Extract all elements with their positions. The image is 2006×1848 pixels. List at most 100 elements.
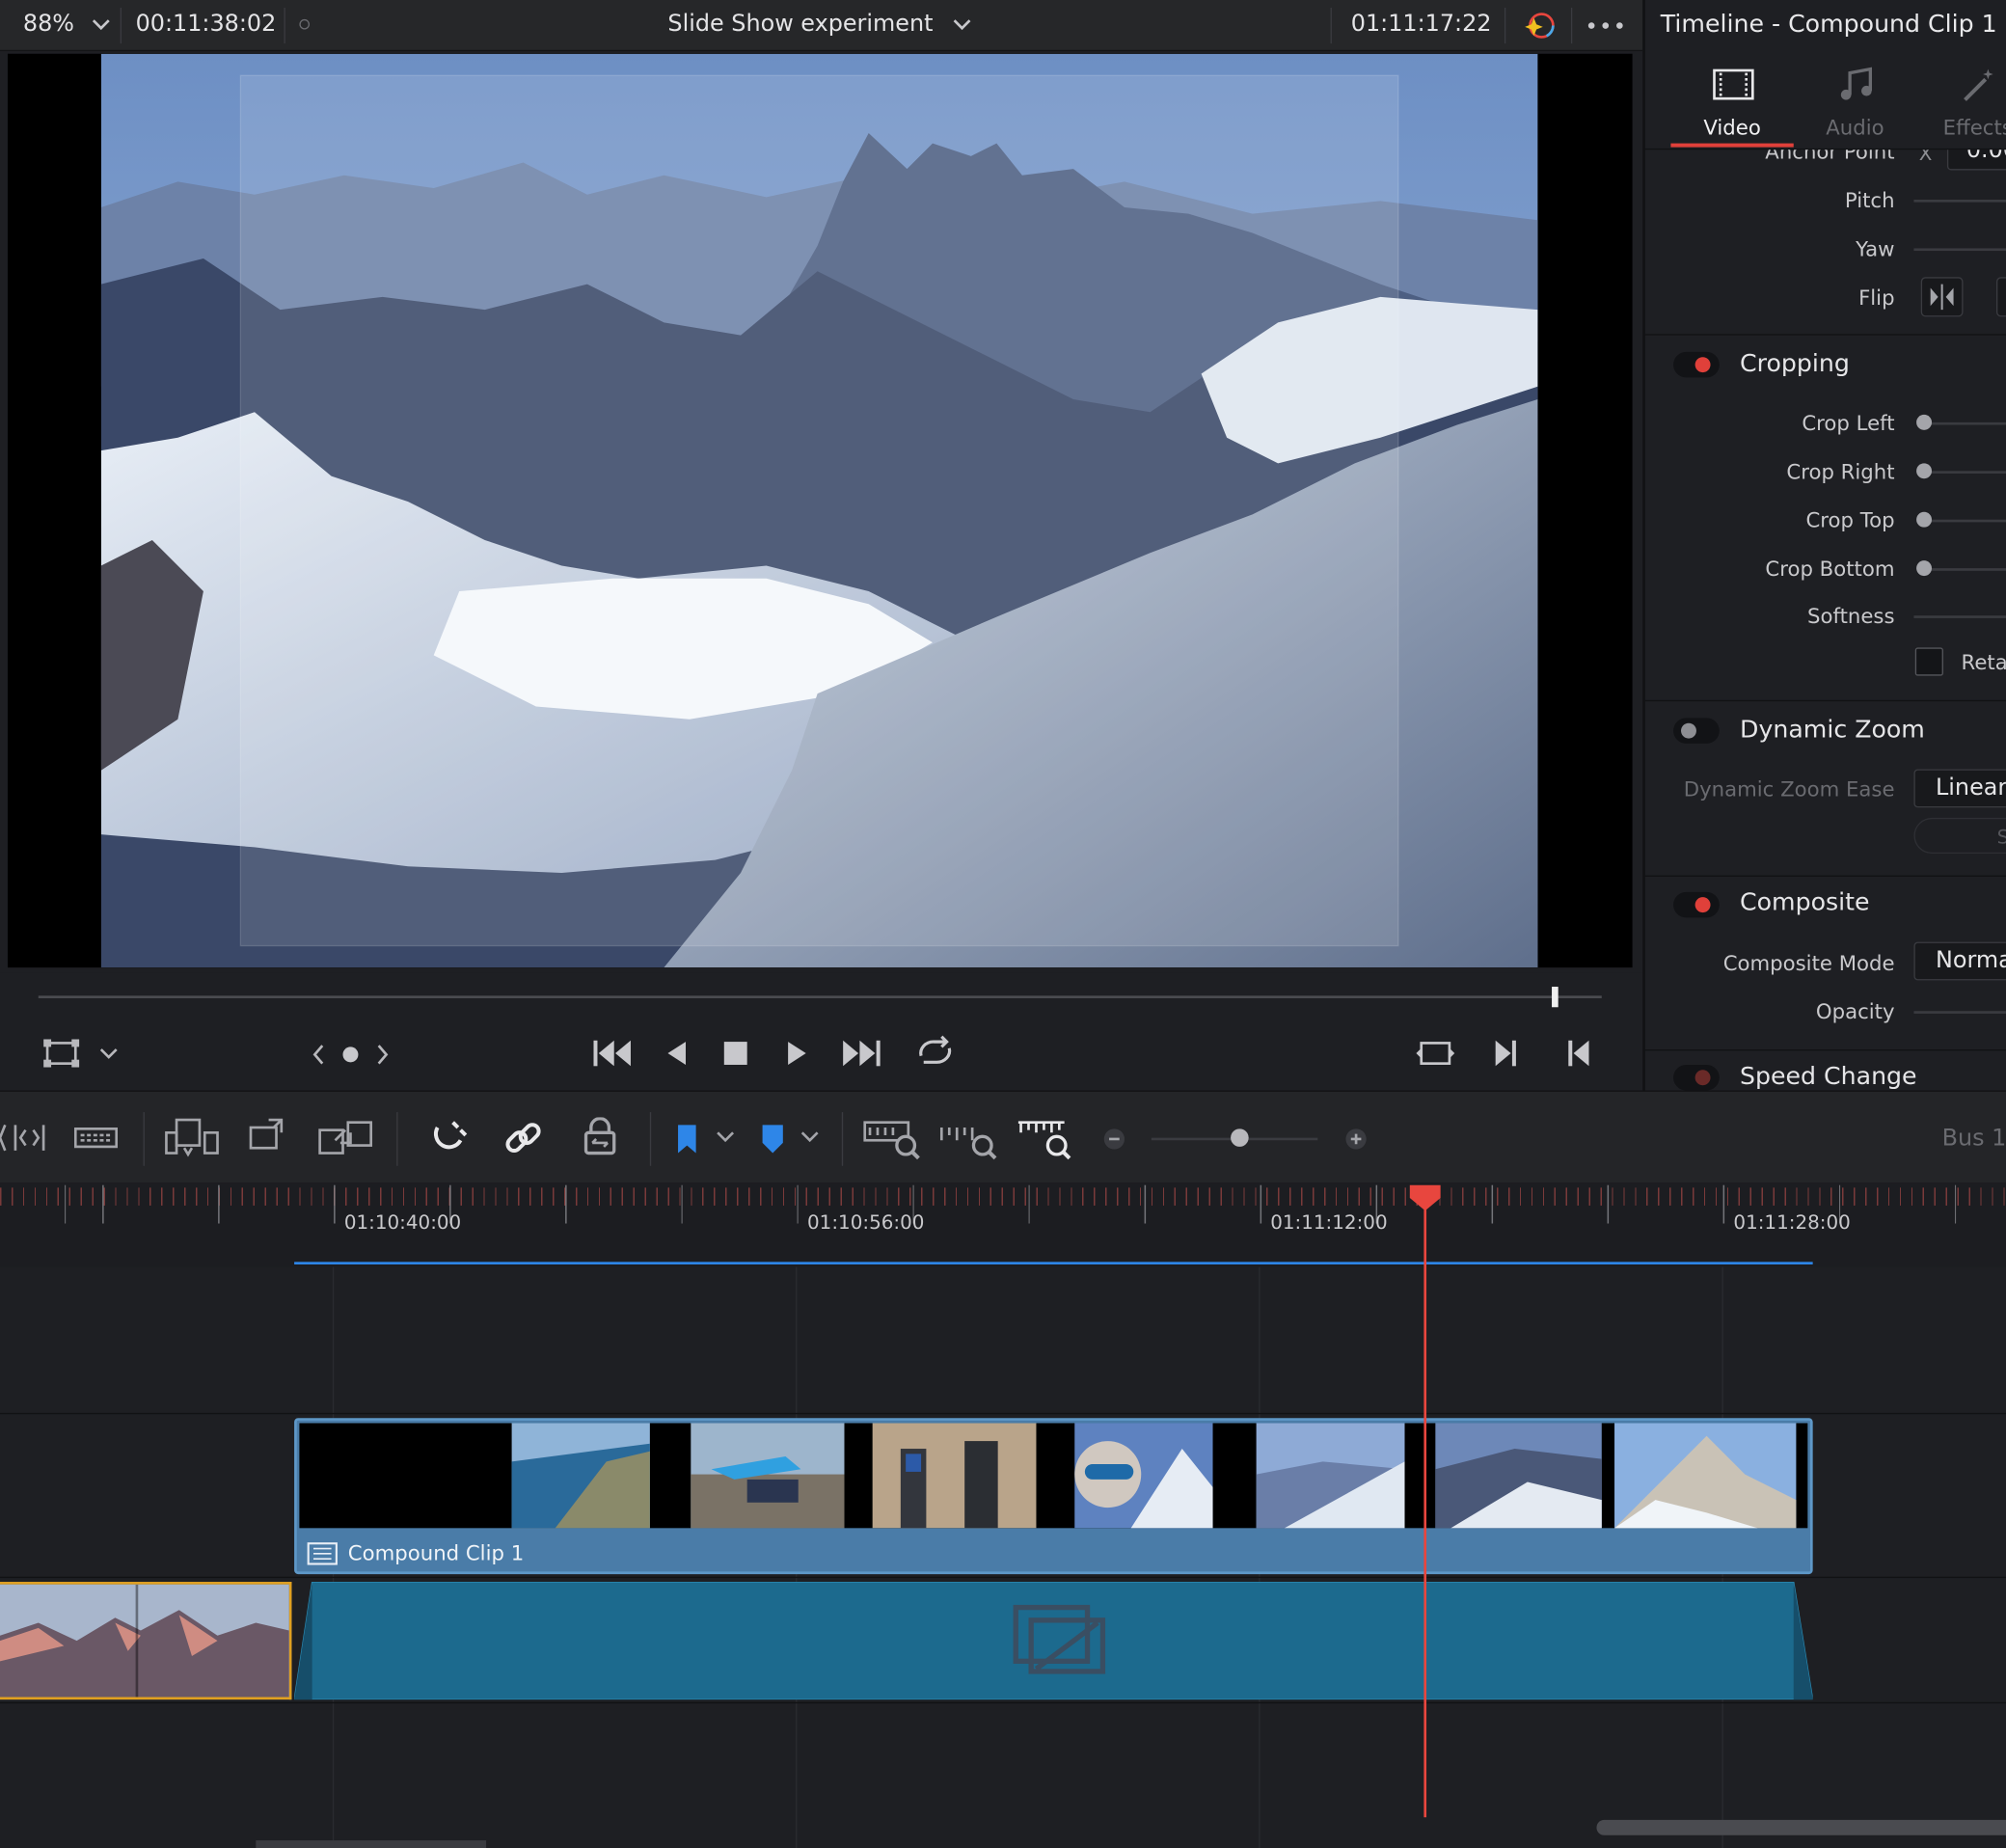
speed-change-section-title[interactable]: Speed Change	[1740, 1062, 1917, 1090]
mark-out-next-icon[interactable]	[1492, 1037, 1523, 1070]
chevron-down-icon[interactable]	[99, 1046, 118, 1059]
composite-mode-select[interactable]: Normal	[1913, 941, 2006, 981]
chevron-down-icon[interactable]	[800, 1130, 819, 1143]
tab-video-label: Video	[1703, 115, 1761, 140]
playhead-handle[interactable]	[1407, 1182, 1443, 1213]
yaw-slider[interactable]	[1913, 248, 2006, 252]
crop-right-knob[interactable]	[1916, 463, 1933, 479]
flip-vertical-icon[interactable]	[1995, 277, 2006, 317]
crop-bottom-label: Crop Bottom	[1765, 557, 1895, 582]
dynamic-zoom-ease-label: Dynamic Zoom Ease	[1683, 776, 1895, 802]
viewer-image[interactable]	[100, 53, 1538, 968]
crop-left-slider[interactable]	[1921, 421, 2006, 425]
viewer-header: 88% 00:11:38:02 Slide Show experiment 01…	[0, 0, 1643, 52]
linked-selection-icon[interactable]	[504, 1120, 543, 1158]
cropping-toggle[interactable]	[1673, 351, 1720, 378]
transport-controls	[0, 972, 1643, 1091]
dynamic-zoom-ease-select[interactable]: Linear	[1913, 769, 2006, 808]
match-frame-icon[interactable]	[1415, 1037, 1455, 1070]
insert-clip-icon[interactable]	[164, 1117, 223, 1157]
scrubber-handle[interactable]	[1552, 987, 1559, 1008]
crop-left-knob[interactable]	[1916, 414, 1933, 430]
retain-label: Retain	[1961, 650, 2006, 675]
inspector-title: Timeline - Compound Clip 1	[1660, 10, 1997, 39]
record-timecode[interactable]: 01:11:17:22	[1351, 11, 1492, 38]
crop-right-label: Crop Right	[1786, 459, 1895, 484]
go-to-first-frame-icon[interactable]	[591, 1037, 635, 1070]
clip-filmstrip	[299, 1423, 1808, 1529]
edit-toolbar: Bus 1	[0, 1090, 2006, 1183]
opacity-slider[interactable]	[1913, 1011, 2006, 1014]
flip-label: Flip	[1858, 285, 1895, 311]
chevron-down-icon[interactable]	[953, 18, 971, 31]
source-timecode[interactable]: 00:11:38:02	[136, 11, 277, 38]
viewer-scrubber[interactable]	[38, 995, 1602, 998]
crop-top-label: Crop Top	[1805, 507, 1895, 532]
crop-top-knob[interactable]	[1916, 511, 1933, 528]
zoom-detail-icon[interactable]	[939, 1117, 998, 1160]
timeline-ruler[interactable]: 01:10:40:00 01:10:56:00 01:11:12:00 01:1…	[0, 1182, 2006, 1267]
cropping-section-title[interactable]: Cropping	[1740, 349, 1850, 377]
mark-in-prev-icon[interactable]	[1563, 1037, 1594, 1070]
ruler-major-ticks	[0, 1184, 2006, 1224]
crop-bottom-knob[interactable]	[1916, 560, 1933, 577]
timeline-scrollbar-lower[interactable]	[256, 1840, 487, 1848]
pitch-label: Pitch	[1844, 188, 1895, 213]
zoom-slider-handle[interactable]	[1231, 1128, 1249, 1147]
pitch-slider[interactable]	[1913, 199, 2006, 203]
zoom-in-icon[interactable]	[1344, 1128, 1368, 1151]
flag-icon[interactable]	[675, 1123, 698, 1155]
go-to-last-frame-icon[interactable]	[839, 1037, 882, 1070]
anchor-x-field[interactable]: 0.000	[1946, 149, 2006, 171]
composite-section-title[interactable]: Composite	[1740, 888, 1870, 916]
crop-bottom-slider[interactable]	[1921, 568, 2006, 571]
previous-clip[interactable]	[0, 1582, 292, 1700]
dynamic-zoom-toggle[interactable]	[1673, 718, 1720, 744]
zoom-full-extent-icon[interactable]	[862, 1117, 921, 1160]
play-icon[interactable]	[783, 1039, 811, 1067]
stop-icon[interactable]	[721, 1039, 749, 1067]
play-reverse-icon[interactable]	[663, 1039, 691, 1067]
tab-audio-label: Audio	[1826, 115, 1884, 140]
more-options-icon[interactable]	[1586, 20, 1625, 31]
loop-icon[interactable]	[913, 1034, 957, 1070]
composite-toggle[interactable]	[1673, 891, 1720, 918]
keyframe-nav-icon[interactable]	[310, 1042, 392, 1068]
chevron-down-icon[interactable]	[717, 1130, 735, 1143]
retain-checkbox[interactable]	[1914, 647, 1943, 676]
snapping-icon[interactable]	[427, 1117, 468, 1157]
crop-right-slider[interactable]	[1921, 471, 2006, 474]
position-lock-icon[interactable]	[581, 1117, 619, 1157]
timeline-scrollbar[interactable]	[1596, 1819, 2006, 1835]
crop-left-label: Crop Left	[1802, 410, 1895, 436]
overwrite-clip-icon[interactable]	[248, 1117, 294, 1157]
magic-wand-icon	[1964, 68, 1993, 101]
blade-edit-icon[interactable]	[73, 1123, 119, 1154]
swap-button[interactable]: Swap	[1913, 817, 2006, 855]
zoom-custom-icon[interactable]	[1016, 1117, 1074, 1160]
color-sparkle-icon[interactable]	[1523, 9, 1559, 41]
marker-icon[interactable]	[760, 1123, 786, 1155]
yaw-label: Yaw	[1856, 236, 1895, 261]
dynamic-trim-icon[interactable]	[0, 1120, 46, 1155]
transition-clip[interactable]	[294, 1582, 1813, 1700]
transform-overlay-icon[interactable]	[43, 1039, 80, 1068]
softness-label: Softness	[1807, 604, 1895, 629]
replace-clip-icon[interactable]	[317, 1117, 376, 1157]
playhead-line[interactable]	[1423, 1200, 1427, 1818]
compound-clip[interactable]: Compound Clip 1	[294, 1418, 1813, 1575]
softness-slider[interactable]	[1913, 615, 2006, 618]
speed-change-toggle[interactable]	[1673, 1064, 1720, 1091]
bus-label[interactable]: Bus 1	[1942, 1125, 2006, 1152]
crop-top-slider[interactable]	[1921, 519, 2006, 523]
timecode-label: 01:10:56:00	[807, 1210, 925, 1235]
status-dot-icon	[299, 18, 311, 30]
active-tab-indicator	[1670, 143, 1794, 148]
dynamic-zoom-section-title[interactable]: Dynamic Zoom	[1740, 716, 1925, 744]
zoom-out-icon[interactable]	[1102, 1128, 1125, 1151]
clip-thumbnails	[511, 1423, 1797, 1529]
flip-horizontal-icon[interactable]	[1920, 277, 1964, 317]
chevron-down-icon[interactable]	[92, 18, 111, 31]
timeline-name[interactable]: Slide Show experiment	[667, 11, 933, 38]
zoom-level[interactable]: 88%	[23, 11, 74, 38]
